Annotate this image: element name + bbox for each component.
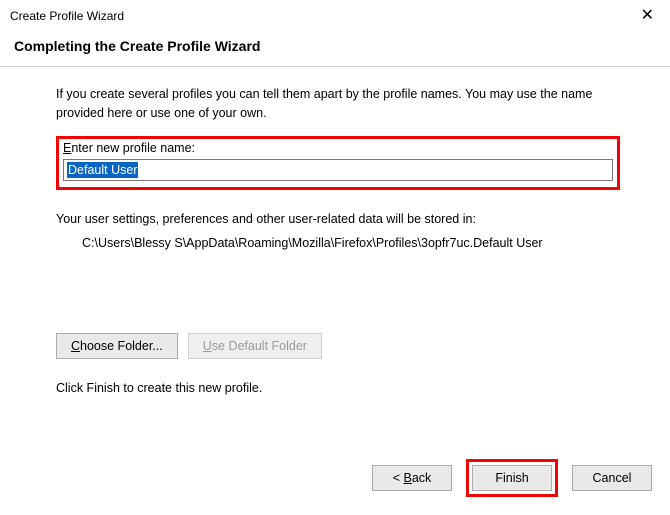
profile-name-value: Default User [67, 162, 138, 178]
back-arrow: < [393, 471, 404, 485]
accel-c: C [71, 339, 80, 353]
window-title: Create Profile Wizard [10, 9, 124, 23]
profile-name-highlight: Enter new profile name: Default User [56, 136, 620, 190]
wizard-footer: < Back Finish Cancel [372, 459, 652, 497]
title-bar: Create Profile Wizard ✕ [0, 0, 670, 30]
back-button[interactable]: < Back [372, 465, 452, 491]
page-title: Completing the Create Profile Wizard [14, 38, 656, 54]
accel-u: U [203, 339, 212, 353]
folder-buttons-row: Choose Folder... Use Default Folder [56, 333, 620, 359]
finish-button[interactable]: Finish [472, 465, 552, 491]
wizard-content: If you create several profiles you can t… [0, 67, 670, 395]
accel-b: B [403, 471, 411, 485]
use-default-rest: se Default Folder [212, 339, 307, 353]
storage-intro: Your user settings, preferences and othe… [56, 212, 620, 226]
back-rest: ack [412, 471, 431, 485]
intro-text: If you create several profiles you can t… [56, 85, 620, 124]
cancel-button[interactable]: Cancel [572, 465, 652, 491]
use-default-folder-button: Use Default Folder [188, 333, 322, 359]
choose-folder-button[interactable]: Choose Folder... [56, 333, 178, 359]
prompt-rest: nter new profile name: [71, 141, 195, 155]
finish-highlight: Finish [466, 459, 558, 497]
storage-path: C:\Users\Blessy S\AppData\Roaming\Mozill… [82, 234, 620, 253]
choose-folder-rest: hoose Folder... [80, 339, 163, 353]
close-icon[interactable]: ✕ [635, 6, 660, 26]
profile-name-input[interactable]: Default User [63, 159, 613, 181]
finish-hint: Click Finish to create this new profile. [56, 381, 620, 395]
wizard-header: Completing the Create Profile Wizard [0, 30, 670, 66]
profile-name-label: Enter new profile name: [63, 141, 613, 155]
